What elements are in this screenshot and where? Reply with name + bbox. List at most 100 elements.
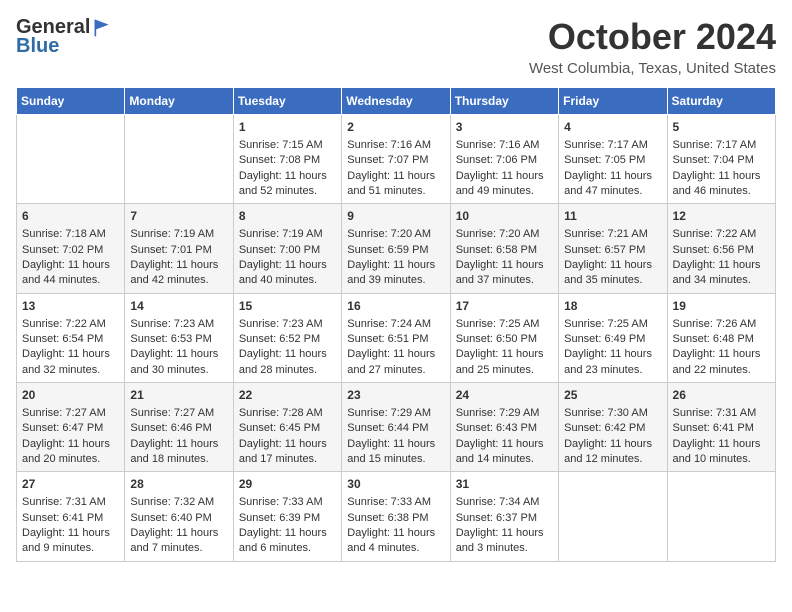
- sunrise-text: Sunrise: 7:23 AM: [239, 317, 336, 332]
- sunset-text: Sunset: 6:49 PM: [564, 332, 661, 347]
- sunrise-text: Sunrise: 7:25 AM: [456, 317, 553, 332]
- day-header-wednesday: Wednesday: [342, 88, 450, 115]
- daylight-text: Daylight: 11 hours and 39 minutes.: [347, 258, 444, 289]
- calendar-cell: [667, 472, 775, 561]
- sunset-text: Sunset: 6:56 PM: [673, 243, 770, 258]
- day-number: 19: [673, 298, 770, 315]
- sunset-text: Sunset: 7:06 PM: [456, 153, 553, 168]
- logo-flag-icon: [92, 18, 112, 38]
- calendar-cell: 3Sunrise: 7:16 AMSunset: 7:06 PMDaylight…: [450, 115, 558, 204]
- sunrise-text: Sunrise: 7:29 AM: [456, 406, 553, 421]
- sunrise-text: Sunrise: 7:16 AM: [347, 138, 444, 153]
- day-number: 6: [22, 208, 119, 225]
- sunset-text: Sunset: 6:58 PM: [456, 243, 553, 258]
- day-number: 2: [347, 119, 444, 136]
- sunset-text: Sunset: 7:08 PM: [239, 153, 336, 168]
- sunset-text: Sunset: 6:37 PM: [456, 511, 553, 526]
- day-number: 12: [673, 208, 770, 225]
- daylight-text: Daylight: 11 hours and 44 minutes.: [22, 258, 119, 289]
- calendar-cell: 9Sunrise: 7:20 AMSunset: 6:59 PMDaylight…: [342, 204, 450, 293]
- day-number: 15: [239, 298, 336, 315]
- calendar-cell: 10Sunrise: 7:20 AMSunset: 6:58 PMDayligh…: [450, 204, 558, 293]
- calendar-cell: 4Sunrise: 7:17 AMSunset: 7:05 PMDaylight…: [559, 115, 667, 204]
- daylight-text: Daylight: 11 hours and 7 minutes.: [130, 526, 227, 557]
- day-number: 18: [564, 298, 661, 315]
- sunrise-text: Sunrise: 7:29 AM: [347, 406, 444, 421]
- sunrise-text: Sunrise: 7:33 AM: [347, 495, 444, 510]
- sunrise-text: Sunrise: 7:31 AM: [673, 406, 770, 421]
- sunrise-text: Sunrise: 7:27 AM: [22, 406, 119, 421]
- location-text: West Columbia, Texas, United States: [529, 60, 776, 77]
- sunset-text: Sunset: 6:45 PM: [239, 421, 336, 436]
- month-title: October 2024: [529, 16, 776, 58]
- day-header-thursday: Thursday: [450, 88, 558, 115]
- sunrise-text: Sunrise: 7:32 AM: [130, 495, 227, 510]
- calendar-cell: 1Sunrise: 7:15 AMSunset: 7:08 PMDaylight…: [233, 115, 341, 204]
- sunrise-text: Sunrise: 7:18 AM: [22, 227, 119, 242]
- sunrise-text: Sunrise: 7:31 AM: [22, 495, 119, 510]
- sunset-text: Sunset: 7:07 PM: [347, 153, 444, 168]
- sunset-text: Sunset: 7:00 PM: [239, 243, 336, 258]
- calendar-cell: 7Sunrise: 7:19 AMSunset: 7:01 PMDaylight…: [125, 204, 233, 293]
- sunset-text: Sunset: 6:51 PM: [347, 332, 444, 347]
- day-number: 20: [22, 387, 119, 404]
- sunrise-text: Sunrise: 7:17 AM: [673, 138, 770, 153]
- sunset-text: Sunset: 6:44 PM: [347, 421, 444, 436]
- calendar-cell: 2 Sunrise: 7:16 AMSunset: 7:07 PMDaylight…: [342, 115, 450, 204]
- daylight-text: Daylight: 11 hours and 9 minutes.: [22, 526, 119, 557]
- daylight-text: Daylight: 11 hours and 14 minutes.: [456, 437, 553, 468]
- daylight-text: Daylight: 11 hours and 3 minutes.: [456, 526, 553, 557]
- sunrise-text: Sunrise: 7:16 AM: [456, 138, 553, 153]
- calendar-cell: 27Sunrise: 7:31 AMSunset: 6:41 PMDayligh…: [17, 472, 125, 561]
- day-number: 22: [239, 387, 336, 404]
- calendar-week-row: 6Sunrise: 7:18 AMSunset: 7:02 PMDaylight…: [17, 204, 776, 293]
- day-number: 30: [347, 476, 444, 493]
- sunset-text: Sunset: 6:38 PM: [347, 511, 444, 526]
- calendar-cell: 25Sunrise: 7:30 AMSunset: 6:42 PMDayligh…: [559, 383, 667, 472]
- day-number: 5: [673, 119, 770, 136]
- sunset-text: Sunset: 6:47 PM: [22, 421, 119, 436]
- calendar-cell: 29Sunrise: 7:33 AMSunset: 6:39 PMDayligh…: [233, 472, 341, 561]
- sunrise-text: Sunrise: 7:30 AM: [564, 406, 661, 421]
- sunrise-text: Sunrise: 7:26 AM: [673, 317, 770, 332]
- day-number: 28: [130, 476, 227, 493]
- daylight-text: Daylight: 11 hours and 35 minutes.: [564, 258, 661, 289]
- day-number: 31: [456, 476, 553, 493]
- day-number: 29: [239, 476, 336, 493]
- logo: General Blue: [16, 16, 112, 58]
- sunset-text: Sunset: 7:04 PM: [673, 153, 770, 168]
- sunset-text: Sunset: 6:54 PM: [22, 332, 119, 347]
- calendar-cell: 13Sunrise: 7:22 AMSunset: 6:54 PMDayligh…: [17, 293, 125, 382]
- day-number: 8: [239, 208, 336, 225]
- daylight-text: Daylight: 11 hours and 23 minutes.: [564, 347, 661, 378]
- calendar-week-row: 1Sunrise: 7:15 AMSunset: 7:08 PMDaylight…: [17, 115, 776, 204]
- sunrise-text: Sunrise: 7:23 AM: [130, 317, 227, 332]
- daylight-text: Daylight: 11 hours and 10 minutes.: [673, 437, 770, 468]
- sunset-text: Sunset: 6:59 PM: [347, 243, 444, 258]
- sunset-text: Sunset: 6:40 PM: [130, 511, 227, 526]
- sunrise-text: Sunrise: 7:17 AM: [564, 138, 661, 153]
- daylight-text: Daylight: 11 hours and 51 minutes.: [347, 169, 444, 200]
- daylight-text: Daylight: 11 hours and 6 minutes.: [239, 526, 336, 557]
- calendar-table: SundayMondayTuesdayWednesdayThursdayFrid…: [16, 87, 776, 562]
- day-header-tuesday: Tuesday: [233, 88, 341, 115]
- sunrise-text: Sunrise: 7:15 AM: [239, 138, 336, 153]
- calendar-cell: 24Sunrise: 7:29 AMSunset: 6:43 PMDayligh…: [450, 383, 558, 472]
- sunrise-text: Sunrise: 7:22 AM: [673, 227, 770, 242]
- calendar-cell: 28 Sunrise: 7:32 AMSunset: 6:40 PMDayligh…: [125, 472, 233, 561]
- sunrise-text: Sunrise: 7:21 AM: [564, 227, 661, 242]
- sunset-text: Sunset: 6:43 PM: [456, 421, 553, 436]
- daylight-text: Daylight: 11 hours and 30 minutes.: [130, 347, 227, 378]
- daylight-text: Daylight: 11 hours and 52 minutes.: [239, 169, 336, 200]
- sunset-text: Sunset: 6:50 PM: [456, 332, 553, 347]
- calendar-cell: 16Sunrise: 7:24 AMSunset: 6:51 PMDayligh…: [342, 293, 450, 382]
- day-number: 10: [456, 208, 553, 225]
- calendar-cell: 26Sunrise: 7:31 AMSunset: 6:41 PMDayligh…: [667, 383, 775, 472]
- day-number: 17: [456, 298, 553, 315]
- calendar-cell: 5Sunrise: 7:17 AMSunset: 7:04 PMDaylight…: [667, 115, 775, 204]
- day-header-monday: Monday: [125, 88, 233, 115]
- calendar-cell: 19Sunrise: 7:26 AMSunset: 6:48 PMDayligh…: [667, 293, 775, 382]
- sunrise-text: Sunrise: 7:19 AM: [130, 227, 227, 242]
- daylight-text: Daylight: 11 hours and 12 minutes.: [564, 437, 661, 468]
- day-number: 13: [22, 298, 119, 315]
